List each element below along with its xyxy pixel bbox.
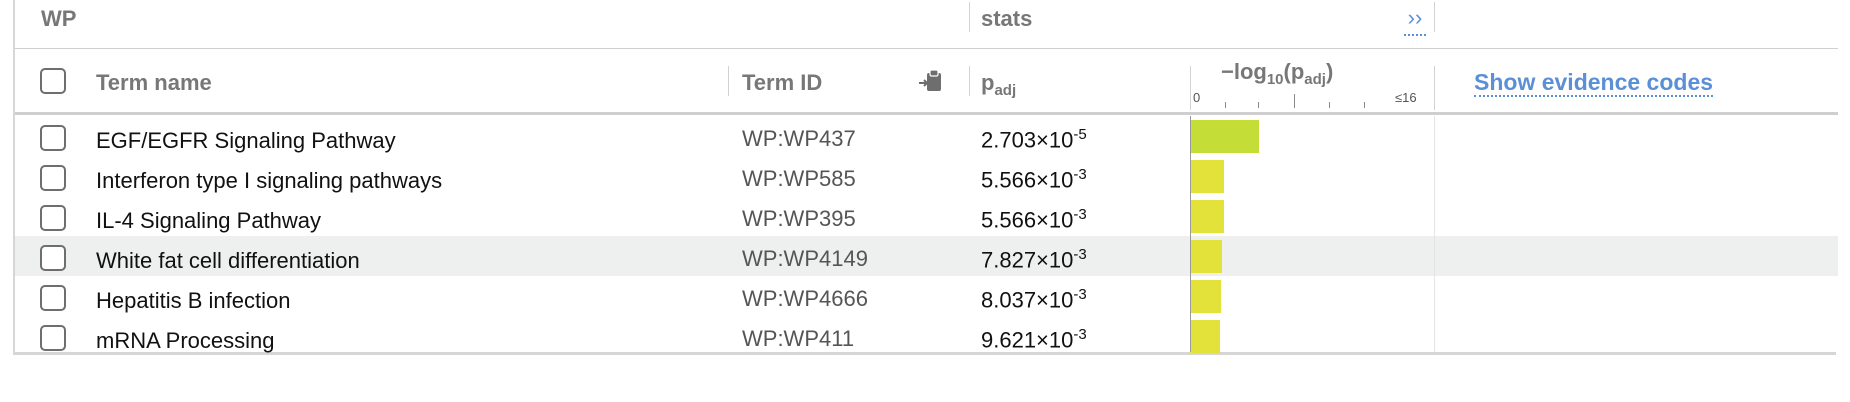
bar-baseline — [1190, 116, 1191, 352]
padj-value: 5.566×10-3 — [981, 206, 1087, 233]
axis-tick — [1225, 102, 1226, 108]
term-name[interactable]: mRNA Processing — [96, 328, 275, 354]
divider — [728, 66, 729, 96]
table-row[interactable]: White fat cell differentiation WP:WP4149… — [15, 236, 1838, 276]
row-checkbox[interactable] — [40, 165, 66, 191]
show-evidence-codes-link[interactable]: Show evidence codes — [1474, 69, 1714, 97]
significance-bar[interactable] — [1190, 240, 1222, 273]
padj-mantissa: 2.703×10 — [981, 127, 1074, 153]
axis-tick — [1294, 94, 1295, 108]
padj-mantissa: 5.566×10 — [981, 167, 1074, 193]
row-checkbox[interactable] — [40, 125, 66, 151]
axis-min-label: 0 — [1193, 90, 1201, 105]
padj-value: 8.037×10-3 — [981, 286, 1087, 313]
term-name[interactable]: EGF/EGFR Signaling Pathway — [96, 128, 396, 154]
padj-exponent: -5 — [1073, 126, 1087, 143]
padj-mantissa: 7.827×10 — [981, 247, 1074, 273]
divider — [1434, 66, 1435, 110]
stats-label: stats — [981, 6, 1033, 31]
padj-value: 2.703×10-5 — [981, 126, 1087, 153]
padj-header-sub: adj — [994, 82, 1017, 99]
term-id[interactable]: WP:WP411 — [742, 326, 854, 352]
select-all-checkbox[interactable] — [40, 68, 66, 94]
table-row[interactable]: IL-4 Signaling Pathway WP:WP395 5.566×10… — [15, 196, 1838, 236]
significance-bar[interactable] — [1190, 200, 1224, 233]
neglog-base: 10 — [1266, 71, 1284, 88]
term-id[interactable]: WP:WP4666 — [742, 286, 868, 312]
padj-exponent: -3 — [1073, 246, 1087, 263]
neglog-close: ) — [1325, 59, 1334, 84]
padj-mantissa: 9.621×10 — [981, 327, 1074, 353]
table-row[interactable]: mRNA Processing WP:WP411 9.621×10-3 — [15, 316, 1838, 356]
term-id[interactable]: WP:WP395 — [742, 206, 856, 232]
divider — [969, 66, 970, 96]
padj-value: 5.566×10-3 — [981, 166, 1087, 193]
axis-tick — [1364, 102, 1365, 108]
divider — [1190, 66, 1191, 110]
padj-exponent: -3 — [1073, 326, 1087, 343]
divider — [1434, 116, 1435, 352]
row-checkbox[interactable] — [40, 205, 66, 231]
padj-value: 7.827×10-3 — [981, 246, 1087, 273]
divider — [1434, 2, 1435, 32]
neglog-header[interactable]: −log10(padj) — [1221, 59, 1333, 88]
table-row[interactable]: Hepatitis B infection WP:WP4666 8.037×10… — [15, 276, 1838, 316]
term-name-header[interactable]: Term name — [96, 70, 212, 96]
padj-exponent: -3 — [1073, 166, 1087, 183]
row-checkbox[interactable] — [40, 285, 66, 311]
table-row[interactable]: Interferon type I signaling pathways WP:… — [15, 156, 1838, 196]
neglog-prefix: −log — [1221, 59, 1267, 84]
divider — [15, 48, 1838, 49]
padj-exponent: -3 — [1073, 206, 1087, 223]
padj-mantissa: 5.566×10 — [981, 207, 1074, 233]
term-name[interactable]: White fat cell differentiation — [96, 248, 360, 274]
source-label: WP — [41, 6, 77, 31]
table-row[interactable]: EGF/EGFR Signaling Pathway WP:WP437 2.70… — [15, 116, 1838, 156]
row-checkbox[interactable] — [40, 245, 66, 271]
expand-stats-button[interactable]: ›› — [1404, 6, 1426, 36]
row-checkbox[interactable] — [40, 325, 66, 351]
term-id[interactable]: WP:WP585 — [742, 166, 856, 192]
term-id[interactable]: WP:WP4149 — [742, 246, 868, 272]
significance-bar[interactable] — [1190, 160, 1224, 193]
significance-bar[interactable] — [1190, 280, 1222, 313]
axis-tick — [1258, 102, 1259, 108]
axis-tick — [1329, 102, 1330, 108]
term-name[interactable]: IL-4 Signaling Pathway — [96, 208, 321, 234]
term-name[interactable]: Hepatitis B infection — [96, 288, 290, 314]
padj-header-base: p — [981, 70, 995, 95]
term-id[interactable]: WP:WP437 — [742, 126, 856, 152]
results-table: WP stats ›› Term name Term ID padj −log1… — [13, 0, 1838, 356]
padj-exponent: -3 — [1073, 286, 1087, 303]
header-bottom-border — [15, 112, 1838, 115]
padj-value: 9.621×10-3 — [981, 326, 1087, 353]
term-name[interactable]: Interferon type I signaling pathways — [96, 168, 442, 194]
term-id-header[interactable]: Term ID — [742, 70, 822, 96]
divider — [969, 2, 970, 32]
neglog-open: (p — [1283, 59, 1305, 84]
padj-header[interactable]: padj — [981, 70, 1016, 99]
neglog-inner-sub: adj — [1304, 71, 1326, 88]
significance-bar[interactable] — [1190, 320, 1221, 353]
padj-mantissa: 8.037×10 — [981, 287, 1074, 313]
axis-max-label: ≤16 — [1395, 90, 1417, 105]
significance-bar[interactable] — [1190, 120, 1259, 153]
copy-clipboard-icon[interactable] — [918, 68, 944, 94]
